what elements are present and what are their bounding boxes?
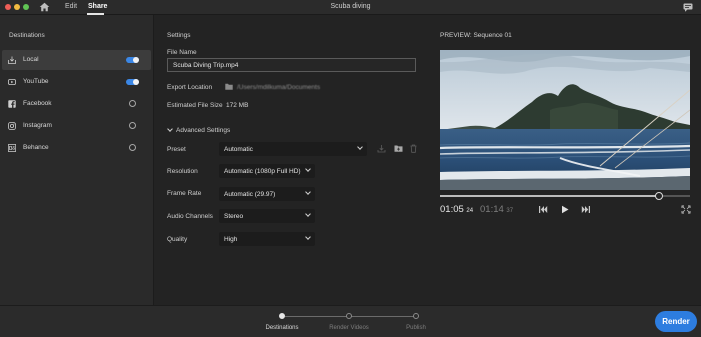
quality-value: High [224, 236, 238, 243]
preset-value: Automatic [224, 146, 253, 153]
destination-youtube[interactable]: YouTube [2, 72, 151, 92]
step-dot-publish[interactable] [413, 313, 419, 319]
resolution-value: Automatic (1080p Full HD) [224, 168, 301, 175]
facebook-icon [8, 100, 16, 108]
frame-rate-select[interactable]: Automatic (29.97) [219, 187, 315, 201]
step-label-publish[interactable]: Publish [376, 325, 456, 331]
current-frames: 24 [466, 208, 474, 214]
step-dot-render-videos[interactable] [346, 313, 352, 319]
chevron-down-icon [305, 234, 311, 240]
total-frames: 37 [506, 208, 514, 214]
advanced-settings-toggle[interactable]: Advanced Settings [167, 126, 231, 134]
behance-icon [8, 144, 16, 152]
audio-channels-label: Audio Channels [167, 213, 213, 220]
step-forward-icon[interactable] [581, 205, 591, 214]
local-drive-icon [8, 56, 16, 64]
destination-facebook-label: Facebook [23, 100, 52, 107]
preview-video-frame[interactable] [440, 50, 690, 190]
quality-select[interactable]: High [219, 232, 315, 246]
preview-heading: PREVIEW: Sequence 01 [440, 32, 512, 39]
window-title: Scuba diving [330, 3, 371, 10]
advanced-settings-label: Advanced Settings [176, 127, 231, 134]
destinations-panel: Destinations Local YouTube Facebook Inst… [0, 15, 154, 305]
youtube-icon [8, 79, 16, 85]
footer-bar [0, 305, 701, 337]
step-dot-destinations[interactable] [279, 313, 285, 319]
destination-instagram[interactable]: Instagram [2, 116, 151, 136]
step-back-icon[interactable] [538, 205, 548, 214]
total-timecode: 01:14 37 [480, 204, 513, 215]
frame-rate-value: Automatic (29.97) [224, 191, 276, 198]
audio-channels-select[interactable]: Stereo [219, 209, 315, 223]
preset-label: Preset [167, 146, 186, 153]
current-time: 01:05 [440, 204, 464, 215]
instagram-icon [8, 122, 16, 130]
settings-heading: Settings [167, 32, 191, 39]
export-location-label: Export Location [167, 84, 213, 91]
chevron-down-icon [305, 166, 311, 172]
chevron-down-icon [305, 211, 311, 217]
local-toggle[interactable] [126, 57, 139, 63]
save-preset-folder-icon[interactable] [394, 144, 403, 153]
destination-facebook[interactable]: Facebook [2, 94, 151, 114]
destination-instagram-label: Instagram [23, 122, 52, 129]
playback-progress [440, 195, 659, 197]
title-bar: Edit Share Scuba diving [0, 0, 701, 15]
resolution-label: Resolution [167, 168, 198, 175]
chat-feedback-icon[interactable] [683, 3, 693, 12]
facebook-radio[interactable] [129, 100, 136, 107]
fullscreen-icon[interactable] [681, 205, 691, 214]
playhead-handle[interactable] [655, 192, 663, 200]
audio-channels-value: Stereo [224, 213, 244, 220]
scuba-boat-scene-image [440, 50, 690, 190]
behance-radio[interactable] [129, 144, 136, 151]
youtube-toggle[interactable] [126, 79, 139, 85]
estimated-size-value: 172 MB [226, 102, 249, 109]
destination-behance-label: Behance [23, 144, 49, 151]
total-time: 01:14 [480, 204, 504, 215]
folder-icon[interactable] [225, 83, 233, 90]
chevron-down-icon [305, 189, 311, 195]
step-connector [351, 316, 414, 317]
preset-select[interactable]: Automatic [219, 142, 367, 156]
file-name-input[interactable] [167, 58, 416, 72]
export-location-path[interactable]: /Users/mdilkuma/Documents [237, 84, 320, 91]
estimated-size-label: Estimated File Size [167, 102, 223, 109]
chevron-down-icon [357, 144, 363, 150]
file-name-label: File Name [167, 49, 197, 56]
destination-youtube-label: YouTube [23, 78, 49, 85]
destination-behance[interactable]: Behance [2, 138, 151, 158]
resolution-select[interactable]: Automatic (1080p Full HD) [219, 164, 315, 178]
trash-icon[interactable] [409, 144, 418, 153]
destinations-heading: Destinations [9, 32, 45, 39]
download-preset-icon[interactable] [377, 144, 386, 153]
destination-local[interactable]: Local [2, 50, 151, 70]
step-connector [285, 316, 347, 317]
quality-label: Quality [167, 236, 188, 243]
chevron-down-icon [167, 126, 173, 132]
play-icon[interactable] [560, 205, 570, 214]
current-timecode: 01:05 24 [440, 204, 473, 215]
instagram-radio[interactable] [129, 122, 136, 129]
destination-local-label: Local [23, 56, 39, 63]
frame-rate-label: Frame Rate [167, 190, 202, 197]
render-button[interactable]: Render [655, 311, 697, 332]
